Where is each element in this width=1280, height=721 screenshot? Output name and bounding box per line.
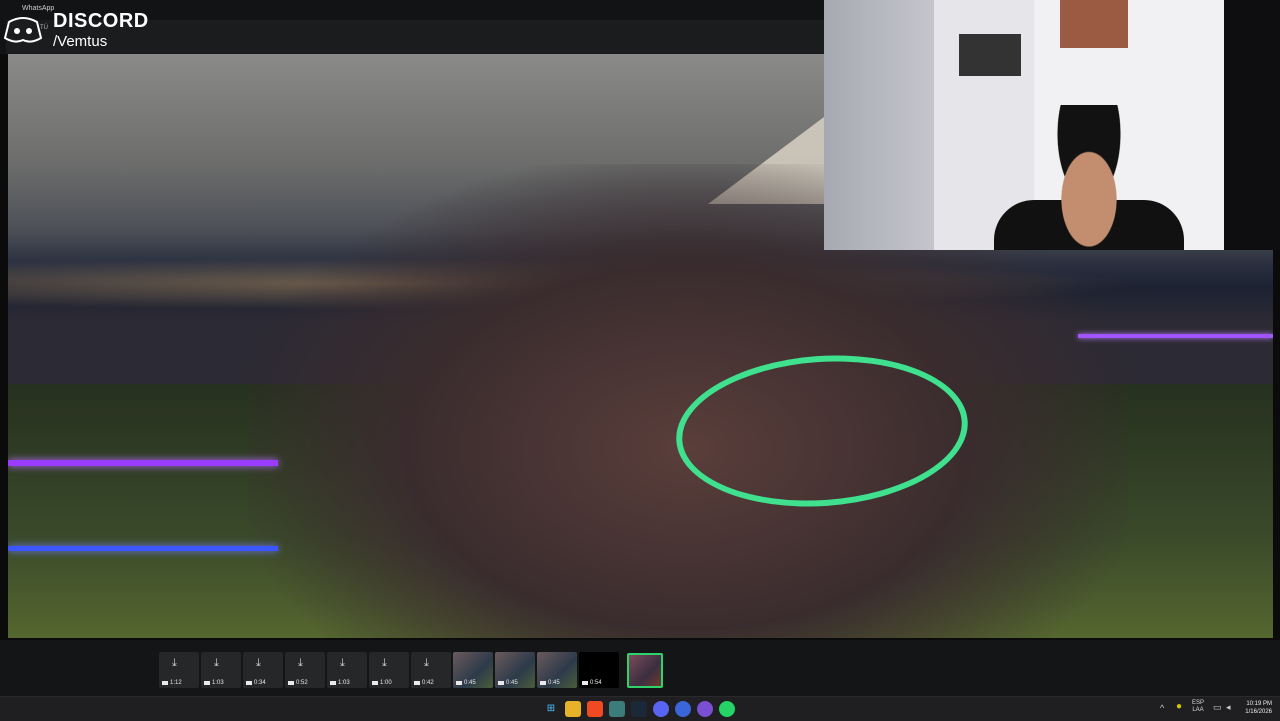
duration-text: 0:45 [506,680,518,686]
video-duration: 1:03 [204,680,224,686]
streamer [1034,105,1144,250]
taskbar-apps: ⊞ [543,701,735,717]
thumbnail[interactable]: 0:45 [495,652,535,688]
neon-light-purple [8,460,278,466]
microphone-icon[interactable]: ● [1176,701,1182,712]
clock[interactable]: 10:19 PM 1/16/2026 [1240,700,1272,716]
app-icon-2[interactable] [697,701,713,717]
duration-text: 0:52 [296,680,308,686]
download-icon: ⤓ [214,657,219,669]
video-camera-icon [582,681,588,685]
thumbnail-list: ⤓ 1:12 ⤓ 1:03 ⤓ 0:34 ⤓ 0:52 ⤓ 1:03 ⤓ 1:00 ⤓ 0:42 0:45 0… [159,652,663,688]
thumbnail[interactable]: 0:54 [579,652,619,688]
app-icon[interactable] [675,701,691,717]
thumbnail-strip: ⤓ 1:12 ⤓ 1:03 ⤓ 0:34 ⤓ 0:52 ⤓ 1:03 ⤓ 1:00 ⤓ 0:42 0:45 0… [0,640,1280,696]
duration-text: 0:42 [422,680,434,686]
tu-label: TÚ [40,25,48,31]
channel-handle: /Vemtus [53,33,108,50]
thumbnail[interactable]: ⤓ 1:00 [369,652,409,688]
steam-icon[interactable] [631,701,647,717]
download-icon: ⤓ [340,657,345,669]
thumbnail[interactable]: ⤓ 0:42 [411,652,451,688]
video-duration: 1:12 [162,680,182,686]
language-code: ESP [1192,700,1205,706]
video-camera-icon [330,681,336,685]
video-duration: 0:34 [246,680,266,686]
video-duration: 0:52 [288,680,308,686]
download-icon: ⤓ [172,657,177,669]
video-camera-icon [162,681,168,685]
duration-text: 0:54 [590,680,602,686]
curtain [824,0,934,250]
thumbnail[interactable]: ⤓ 1:03 [327,652,367,688]
whatsapp-icon[interactable] [719,701,735,717]
video-camera-icon [456,681,462,685]
duration-text: 0:34 [254,680,266,686]
thumbnail-selected[interactable] [627,653,663,688]
language-indicator[interactable]: ESP LAA [1192,700,1204,714]
duration-text: 1:00 [380,680,392,686]
keyboard-layout: LAA [1192,707,1204,713]
dark-corner [1224,0,1280,250]
wall-poster-2 [1060,0,1128,48]
windows-start-icon[interactable]: ⊞ [543,701,559,717]
discord-app-icon[interactable] [653,701,669,717]
thumbnail[interactable]: ⤓ 1:03 [201,652,241,688]
download-icon: ⤓ [298,657,303,669]
video-duration: 1:00 [372,680,392,686]
duration-text: 1:03 [338,680,350,686]
terminal-icon[interactable] [609,701,625,717]
thumbnail[interactable]: 0:45 [537,652,577,688]
network-icon[interactable]: ▭ [1213,702,1222,713]
video-duration: 1:03 [330,680,350,686]
neon-light-blue [8,546,278,551]
video-camera-icon [372,681,378,685]
chevron-up-icon[interactable]: ^ [1160,703,1164,713]
duration-text: 0:45 [464,680,476,686]
thumbnail[interactable]: 0:45 [453,652,493,688]
whatsapp-label: WhatsApp [22,5,55,12]
download-icon: ⤓ [382,657,387,669]
brave-browser-icon[interactable] [587,701,603,717]
taskbar: ⊞ ^ ● ESP LAA ▭ ◂ 10:19 PM 1/16/2026 [0,696,1280,721]
thumbnail[interactable]: ⤓ 0:52 [285,652,325,688]
webcam-overlay [824,0,1280,250]
video-duration: 0:42 [414,680,434,686]
video-duration: 0:45 [540,680,560,686]
file-explorer-icon[interactable] [565,701,581,717]
brand-title: DISCORD [53,10,149,32]
clock-date: 1/16/2026 [1245,709,1272,715]
thumbnail[interactable]: ⤓ 1:12 [159,652,199,688]
video-camera-icon [204,681,210,685]
download-icon: ⤓ [424,657,429,669]
duration-text: 1:12 [170,680,182,686]
thumbnail[interactable]: ⤓ 0:34 [243,652,283,688]
video-duration: 0:45 [456,680,476,686]
duration-text: 1:03 [212,680,224,686]
video-camera-icon [288,681,294,685]
video-duration: 0:54 [582,680,602,686]
duration-text: 0:45 [548,680,560,686]
volume-icon[interactable]: ◂ [1226,702,1231,713]
video-camera-icon [498,681,504,685]
discord-icon [3,17,43,43]
video-camera-icon [414,681,420,685]
wall-poster [959,34,1021,76]
clock-time: 10:19 PM [1246,701,1272,707]
download-icon: ⤓ [256,657,261,669]
video-duration: 0:45 [498,680,518,686]
video-camera-icon [246,681,252,685]
neon-light-right [1078,334,1273,338]
video-camera-icon [540,681,546,685]
